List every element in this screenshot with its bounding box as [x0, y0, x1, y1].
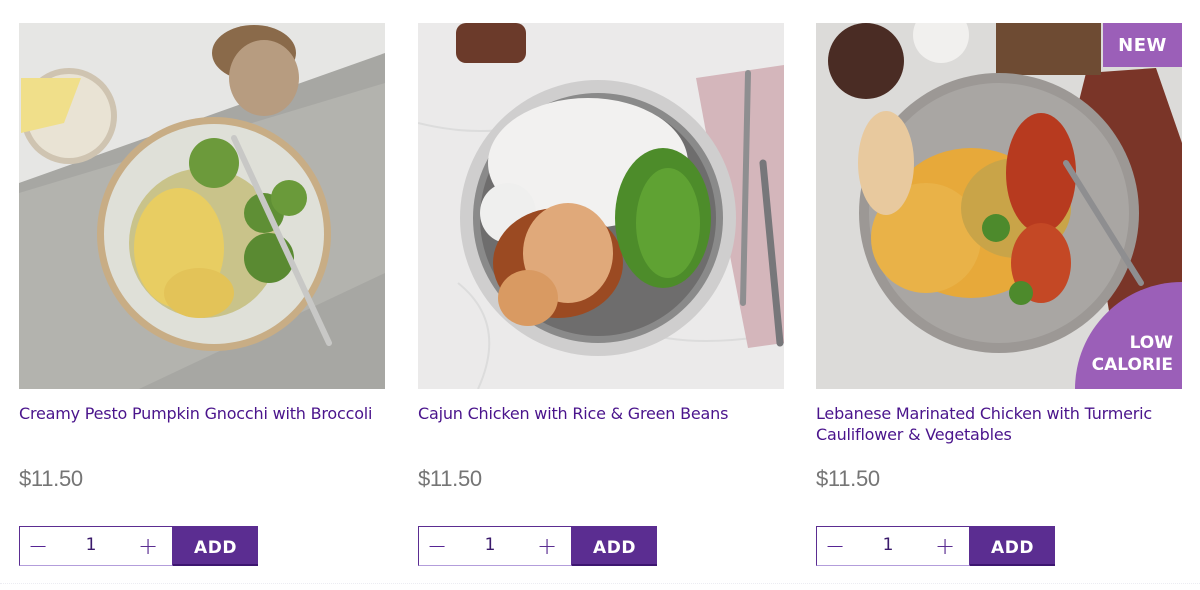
increase-quantity-button[interactable]: + [130, 527, 166, 565]
add-to-cart-group: − + ADD [816, 526, 1055, 566]
product-card: Creamy Pesto Pumpkin Gnocchi with Brocco… [19, 23, 385, 568]
quantity-input[interactable] [66, 527, 116, 563]
add-button[interactable]: ADD [970, 526, 1055, 566]
product-title[interactable]: Cajun Chicken with Rice & Green Beans [418, 403, 784, 424]
product-card: NEW LOW CALORIE Lebanese Marinated Chick… [816, 23, 1182, 568]
product-price: $11.50 [418, 466, 482, 491]
quantity-input[interactable] [465, 527, 515, 563]
product-image[interactable] [19, 23, 385, 389]
quantity-stepper: − + [19, 526, 173, 566]
quantity-input[interactable] [863, 527, 913, 563]
add-to-cart-group: − + ADD [418, 526, 657, 566]
decrease-quantity-button[interactable]: − [817, 527, 853, 565]
decrease-quantity-button[interactable]: − [419, 527, 455, 565]
product-title[interactable]: Creamy Pesto Pumpkin Gnocchi with Brocco… [19, 403, 385, 424]
product-title[interactable]: Lebanese Marinated Chicken with Turmeric… [816, 403, 1182, 445]
increase-quantity-button[interactable]: + [529, 527, 565, 565]
quantity-stepper: − + [816, 526, 970, 566]
product-price: $11.50 [816, 466, 880, 491]
add-to-cart-group: − + ADD [19, 526, 258, 566]
gnocchi-dish-illustration [19, 23, 385, 389]
add-button[interactable]: ADD [572, 526, 657, 566]
low-calorie-badge-line2: CALORIE [1091, 355, 1173, 375]
decrease-quantity-button[interactable]: − [20, 527, 56, 565]
product-card: Cajun Chicken with Rice & Green Beans $1… [418, 23, 784, 568]
new-badge: NEW [1103, 23, 1182, 67]
add-button[interactable]: ADD [173, 526, 258, 566]
quantity-stepper: − + [418, 526, 572, 566]
section-divider [0, 583, 1200, 584]
product-image[interactable]: NEW LOW CALORIE [816, 23, 1182, 389]
product-price: $11.50 [19, 466, 83, 491]
low-calorie-badge-line1: LOW [1129, 333, 1173, 353]
increase-quantity-button[interactable]: + [927, 527, 963, 565]
product-image[interactable] [418, 23, 784, 389]
cajun-chicken-dish-illustration [418, 23, 784, 389]
product-grid: Creamy Pesto Pumpkin Gnocchi with Brocco… [0, 0, 1200, 590]
